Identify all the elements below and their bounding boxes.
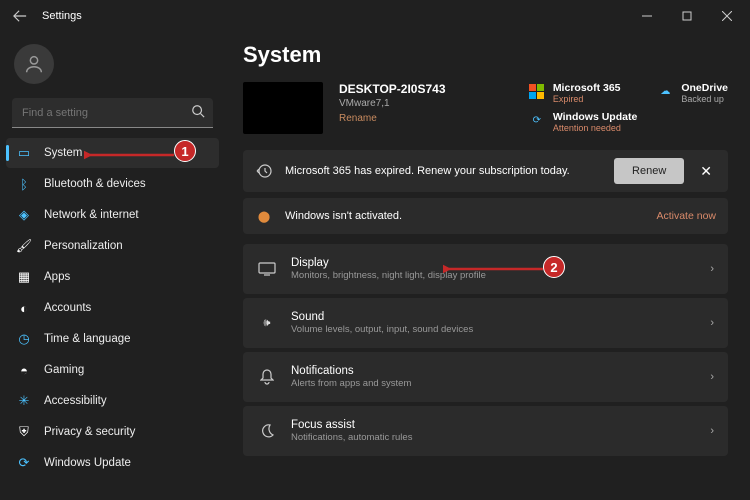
setting-display[interactable]: DisplayMonitors, brightness, night light… — [243, 244, 728, 294]
monitor-icon — [257, 262, 277, 276]
bluetooth-icon: ᛒ — [16, 176, 32, 192]
sidebar-item-bluetooth[interactable]: ᛒBluetooth & devices — [6, 169, 219, 199]
sidebar: ▭ System 1 ᛒBluetooth & devices ◈Network… — [0, 32, 225, 500]
sidebar-item-system[interactable]: ▭ System 1 — [6, 138, 219, 168]
annotation-marker-1: 1 — [174, 140, 196, 162]
window-title: Settings — [42, 10, 82, 22]
ms365-banner: Microsoft 365 has expired. Renew your su… — [243, 150, 728, 192]
minimize-button[interactable] — [630, 2, 664, 30]
rename-link[interactable]: Rename — [339, 113, 446, 124]
brush-icon: 🖌 — [16, 238, 32, 254]
chevron-right-icon: › — [710, 371, 714, 383]
status-onedrive[interactable]: ☁OneDriveBacked up — [657, 82, 728, 105]
display-icon: ▭ — [16, 145, 32, 161]
warning-icon: ⬤ — [255, 207, 273, 225]
search-input[interactable] — [12, 98, 213, 128]
ms365-icon — [529, 83, 545, 99]
close-button[interactable] — [710, 2, 744, 30]
device-thumbnail — [243, 82, 323, 134]
sidebar-item-apps[interactable]: ▦Apps — [6, 262, 219, 292]
device-model: VMware7,1 — [339, 98, 446, 109]
sidebar-item-accessibility[interactable]: ✳Accessibility — [6, 386, 219, 416]
maximize-button[interactable] — [670, 2, 704, 30]
renew-button[interactable]: Renew — [614, 158, 684, 184]
back-button[interactable] — [6, 2, 34, 30]
setting-sound[interactable]: 🕪 SoundVolume levels, output, input, sou… — [243, 298, 728, 348]
update-status-icon: ⟳ — [529, 112, 545, 128]
device-name: DESKTOP-2I0S743 — [339, 82, 446, 96]
status-ms365[interactable]: Microsoft 365Expired — [529, 82, 638, 105]
bell-icon — [257, 369, 277, 385]
page-title: System — [243, 42, 728, 68]
wifi-icon: ◈ — [16, 207, 32, 223]
clock-icon: ◷ — [16, 331, 32, 347]
chevron-right-icon: › — [710, 317, 714, 329]
person-icon: ◐ — [16, 300, 32, 316]
avatar[interactable] — [14, 44, 54, 84]
history-icon — [255, 162, 273, 180]
status-update[interactable]: ⟳Windows UpdateAttention needed — [529, 111, 638, 134]
chevron-right-icon: › — [710, 263, 714, 275]
chevron-right-icon: › — [710, 425, 714, 437]
sidebar-item-update[interactable]: ⟳Windows Update — [6, 448, 219, 478]
sidebar-item-accounts[interactable]: ◐Accounts — [6, 293, 219, 323]
sound-icon: 🕪 — [257, 317, 277, 330]
setting-focus[interactable]: Focus assistNotifications, automatic rul… — [243, 406, 728, 456]
activate-link[interactable]: Activate now — [656, 210, 716, 222]
search-icon — [191, 104, 205, 121]
annotation-marker-2: 2 — [543, 256, 565, 278]
content-area: System DESKTOP-2I0S743 VMware7,1 Rename … — [225, 32, 750, 500]
update-icon: ⟳ — [16, 455, 32, 471]
search-box[interactable] — [12, 98, 213, 128]
sidebar-item-time[interactable]: ◷Time & language — [6, 324, 219, 354]
game-icon: ◓ — [16, 362, 32, 378]
sidebar-item-gaming[interactable]: ◓Gaming — [6, 355, 219, 385]
onedrive-icon: ☁ — [657, 83, 673, 99]
sidebar-item-privacy[interactable]: ⛨Privacy & security — [6, 417, 219, 447]
moon-icon — [257, 424, 277, 438]
activation-banner: ⬤ Windows isn't activated. Activate now — [243, 198, 728, 234]
setting-notifications[interactable]: NotificationsAlerts from apps and system… — [243, 352, 728, 402]
sidebar-item-network[interactable]: ◈Network & internet — [6, 200, 219, 230]
sidebar-item-personalization[interactable]: 🖌Personalization — [6, 231, 219, 261]
apps-icon: ▦ — [16, 269, 32, 285]
accessibility-icon: ✳ — [16, 393, 32, 409]
shield-icon: ⛨ — [16, 424, 32, 440]
banner-close-button[interactable]: ✕ — [696, 163, 716, 180]
